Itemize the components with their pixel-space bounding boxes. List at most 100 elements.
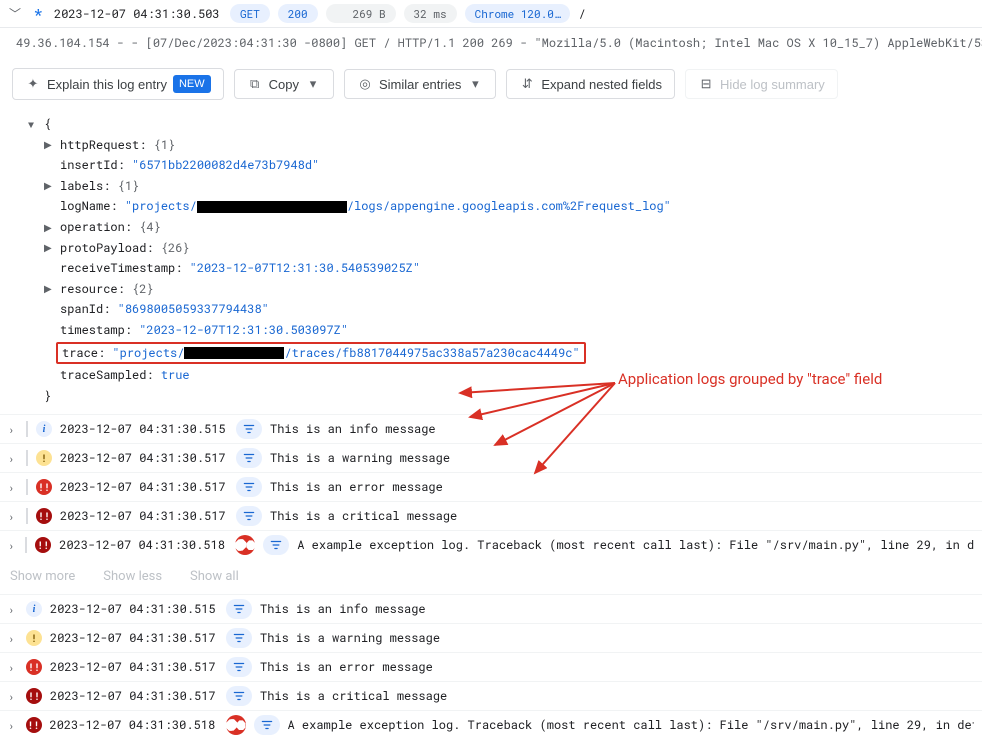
log-message: This is a critical message <box>260 688 447 704</box>
log-timestamp: 2023-12-07 04:31:30.517 <box>50 659 218 675</box>
http-status-pill[interactable]: 200 <box>278 4 318 23</box>
severity-critical-icon: !! <box>26 717 42 733</box>
similar-entries-button[interactable]: ◎ Similar entries ▾ <box>344 69 496 99</box>
filter-pill-icon[interactable] <box>263 535 289 555</box>
json-view: ▼{ ▶httpRequest: {1} insertId: "6571bb22… <box>0 110 982 414</box>
filter-pill-icon[interactable] <box>236 477 262 497</box>
filter-pill-icon[interactable] <box>226 686 252 706</box>
log-row[interactable]: ›!!2023-12-07 04:31:30.517This is a crit… <box>0 501 982 530</box>
log-row[interactable]: ›i2023-12-07 04:31:30.515This is an info… <box>0 414 982 443</box>
explain-button[interactable]: ✦ Explain this log entry NEW <box>12 68 224 100</box>
group-indicator-bar <box>26 479 28 495</box>
group-indicator-bar <box>26 421 28 437</box>
log-row[interactable]: ›!! 2023-12-07 04:31:30.517 This is an err… <box>0 472 982 501</box>
expand-chevron-icon[interactable]: › <box>8 660 18 675</box>
dropdown-caret-icon: ▾ <box>467 76 483 92</box>
show-all-link[interactable]: Show all <box>190 569 239 584</box>
severity-error-icon: !! <box>26 659 42 675</box>
severity-info-icon: i <box>36 421 52 437</box>
severity-default-icon: * <box>30 6 46 22</box>
show-more-link[interactable]: Show more <box>10 569 75 584</box>
log-timestamp: 2023-12-07 04:31:30.517 <box>50 630 218 646</box>
redacted-text <box>197 201 347 213</box>
log-row[interactable]: ›!! 2023-12-07 04:31:30.517 This is an err… <box>0 652 982 681</box>
copy-icon: ⧉ <box>247 76 263 92</box>
group-indicator-bar <box>25 537 27 553</box>
redacted-text <box>184 347 284 359</box>
log-timestamp: 2023-12-07 04:31:30.515 <box>50 601 218 617</box>
expand-chevron-icon[interactable]: › <box>8 718 18 733</box>
chevron-right-icon[interactable]: ▶ <box>44 137 60 153</box>
copy-button[interactable]: ⧉ Copy ▾ <box>234 69 334 99</box>
log-entry-header[interactable]: ﹀ * 2023-12-07 04:31:30.503 GET 200 269 … <box>0 0 982 28</box>
chevron-right-icon[interactable]: ▶ <box>44 240 60 256</box>
expand-chevron-icon[interactable]: › <box>8 631 18 646</box>
trace-highlight-box: trace: "projects//traces/fb8817044975ac3… <box>56 342 586 365</box>
filter-pill-icon[interactable] <box>226 657 252 677</box>
chevron-right-icon[interactable]: ▶ <box>44 281 60 297</box>
show-less-link[interactable]: Show less <box>103 569 162 584</box>
filter-pill-icon[interactable] <box>236 419 262 439</box>
log-timestamp: 2023-12-07 04:31:30.515 <box>60 421 228 437</box>
target-icon: ◎ <box>357 76 373 92</box>
log-message: This is a warning message <box>260 630 440 646</box>
dropdown-caret-icon: ▾ <box>305 76 321 92</box>
path-text: / <box>578 6 585 22</box>
header-timestamp: 2023-12-07 04:31:30.503 <box>54 6 222 22</box>
log-row[interactable]: ›!! 2023-12-07 04:31:30.517 This is a crit… <box>0 681 982 710</box>
log-row[interactable]: ›!!2023-12-07 04:31:30.518A example exce… <box>0 530 982 559</box>
expand-chevron-icon[interactable]: › <box>8 451 18 466</box>
severity-error-icon: !! <box>36 479 52 495</box>
chevron-right-icon[interactable]: ▶ <box>44 178 60 194</box>
log-message: This is an error message <box>260 659 433 675</box>
group-indicator-bar <box>26 508 28 524</box>
expand-chevron-icon[interactable]: › <box>8 689 18 704</box>
new-badge: NEW <box>173 75 211 93</box>
log-row[interactable]: ›!!2023-12-07 04:31:30.518A example exce… <box>0 710 982 739</box>
log-timestamp: 2023-12-07 04:31:30.517 <box>60 479 228 495</box>
log-message: This is an error message <box>270 479 443 495</box>
expand-chevron-icon[interactable]: › <box>8 422 18 437</box>
severity-warning-icon: ! <box>26 630 42 646</box>
size-pill[interactable]: 269 B <box>326 4 396 23</box>
collapse-chevron-icon[interactable]: ﹀ <box>8 5 22 22</box>
filter-pill-icon[interactable] <box>226 599 252 619</box>
log-row[interactable]: ›! 2023-12-07 04:31:30.517 This is a warni… <box>0 443 982 472</box>
chevron-down-icon[interactable]: ▼ <box>28 117 44 133</box>
expand-chevron-icon[interactable]: › <box>8 602 18 617</box>
log-row[interactable]: ›! 2023-12-07 04:31:30.517 This is a warni… <box>0 623 982 652</box>
log-message: A example exception log. Traceback (most… <box>297 537 974 553</box>
severity-critical-icon: !! <box>35 537 51 553</box>
log-message: This is a critical message <box>270 508 457 524</box>
latency-pill[interactable]: 32 ms <box>404 4 457 23</box>
filter-pill-icon[interactable] <box>254 715 280 735</box>
exception-stop-icon <box>235 535 255 555</box>
log-message: This is a warning message <box>270 450 450 466</box>
group-indicator-bar <box>26 450 28 466</box>
severity-warning-icon: ! <box>36 450 52 466</box>
http-method-pill[interactable]: GET <box>230 4 270 23</box>
log-timestamp: 2023-12-07 04:31:30.517 <box>60 508 228 524</box>
filter-pill-icon[interactable] <box>236 448 262 468</box>
log-timestamp: 2023-12-07 04:31:30.517 <box>50 688 218 704</box>
filter-pill-icon[interactable] <box>226 628 252 648</box>
expand-icon: ⇵ <box>519 76 535 92</box>
hide-summary-button: ⊟ Hide log summary <box>685 69 838 99</box>
severity-critical-icon: !! <box>26 688 42 704</box>
log-toolbar: ✦ Explain this log entry NEW ⧉ Copy ▾ ◎ … <box>0 58 982 110</box>
chevron-right-icon[interactable]: ▶ <box>44 220 60 236</box>
log-message: This is an info message <box>260 601 426 617</box>
expand-chevron-icon[interactable]: › <box>8 480 18 495</box>
severity-info-icon: i <box>26 601 42 617</box>
log-timestamp: 2023-12-07 04:31:30.517 <box>60 450 228 466</box>
log-list: › i 2023-12-07 04:31:30.515 This is an info… <box>0 594 982 739</box>
filter-pill-icon[interactable] <box>236 506 262 526</box>
log-message: A example exception log. Traceback (most… <box>288 717 974 733</box>
expand-nested-button[interactable]: ⇵ Expand nested fields <box>506 69 675 99</box>
expand-chevron-icon[interactable]: › <box>8 538 17 553</box>
log-row[interactable]: › i 2023-12-07 04:31:30.515 This is an info… <box>0 594 982 623</box>
expand-chevron-icon[interactable]: › <box>8 509 18 524</box>
user-agent-pill[interactable]: Chrome 120.0… <box>465 4 571 23</box>
exception-stop-icon <box>226 715 246 735</box>
raw-log-text: 49.36.104.154 - - [07/Dec/2023:04:31:30 … <box>0 28 982 58</box>
